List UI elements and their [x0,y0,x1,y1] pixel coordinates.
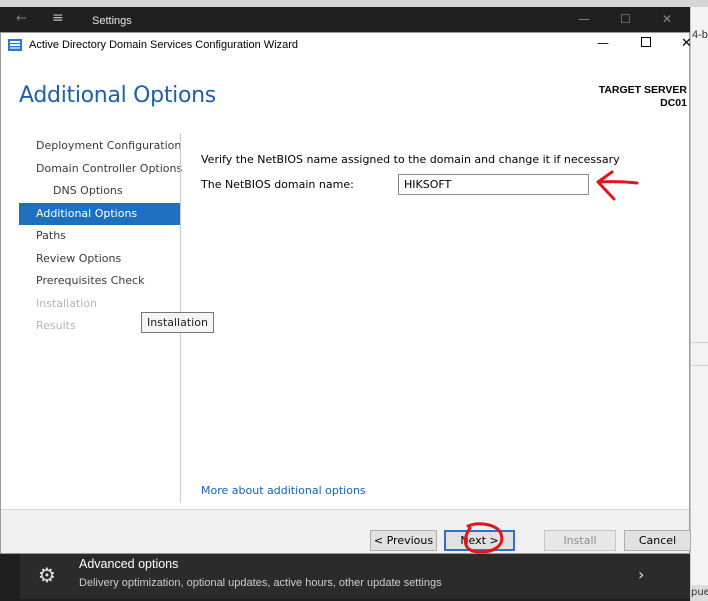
next-button[interactable]: Next > [444,530,515,551]
nav-item-dns-options[interactable]: DNS Options [19,180,181,203]
gears-icon: ⚙ [38,563,56,587]
page-title: Additional Options [19,83,216,108]
advanced-options-title: Advanced options [79,557,179,571]
advanced-options-description: Delivery optimization, optional updates,… [79,577,442,589]
back-arrow-icon[interactable]: ← [16,11,27,26]
netbios-instruction: Verify the NetBIOS name assigned to the … [201,153,620,166]
minimize-icon[interactable]: — [597,36,609,50]
settings-close-icon[interactable]: ✕ [662,12,672,26]
more-about-additional-options-link[interactable]: More about additional options [201,484,366,497]
nav-item-domain-controller-options[interactable]: Domain Controller Options [19,158,182,181]
wizard-button-bar: < Previous Next > Install Cancel [1,509,691,553]
cancel-button[interactable]: Cancel [624,530,691,551]
divider [691,365,708,366]
chevron-right-icon: › [638,565,645,584]
nav-item-prerequisites-check[interactable]: Prerequisites Check [19,270,181,293]
hamburger-menu-icon[interactable]: ≡ [52,10,64,26]
background-text-fragment-bottom: pue [691,585,708,601]
previous-button[interactable]: < Previous [370,530,437,551]
install-button: Install [544,530,616,551]
settings-maximize-icon[interactable]: ☐ [620,12,631,26]
divider [691,342,708,343]
wizard-navigation: Deployment Configuration Domain Controll… [19,135,182,338]
target-server-label: TARGET SERVER [598,84,687,96]
nav-item-paths[interactable]: Paths [19,225,181,248]
maximize-icon[interactable] [641,37,651,47]
server-manager-icon [8,39,22,51]
nav-item-deployment-configuration[interactable]: Deployment Configuration [19,135,181,158]
close-icon[interactable]: ✕ [681,36,692,51]
netbios-domain-name-input[interactable] [398,174,589,195]
nav-item-review-options[interactable]: Review Options [19,248,181,271]
netbios-domain-name-label: The NetBIOS domain name: [201,178,354,191]
nav-item-additional-options[interactable]: Additional Options [19,202,181,225]
target-server-name: DC01 [660,97,687,109]
background-text-fragment: 4-b [692,29,708,41]
installation-tooltip: Installation [141,312,214,333]
wizard-titlebar: Active Directory Domain Services Configu… [1,33,692,59]
ad-ds-wizard-window: Active Directory Domain Services Configu… [0,32,692,554]
top-strip [0,0,708,7]
background-window-edge: 4-b pue [690,7,708,601]
settings-titlebar: ← ≡ Settings — ☐ ✕ [0,7,690,35]
wizard-title: Active Directory Domain Services Configu… [29,39,298,51]
advanced-options-row[interactable]: ⚙ Advanced options Delivery optimization… [20,553,690,599]
settings-title: Settings [92,15,132,27]
settings-minimize-icon[interactable]: — [578,12,590,26]
